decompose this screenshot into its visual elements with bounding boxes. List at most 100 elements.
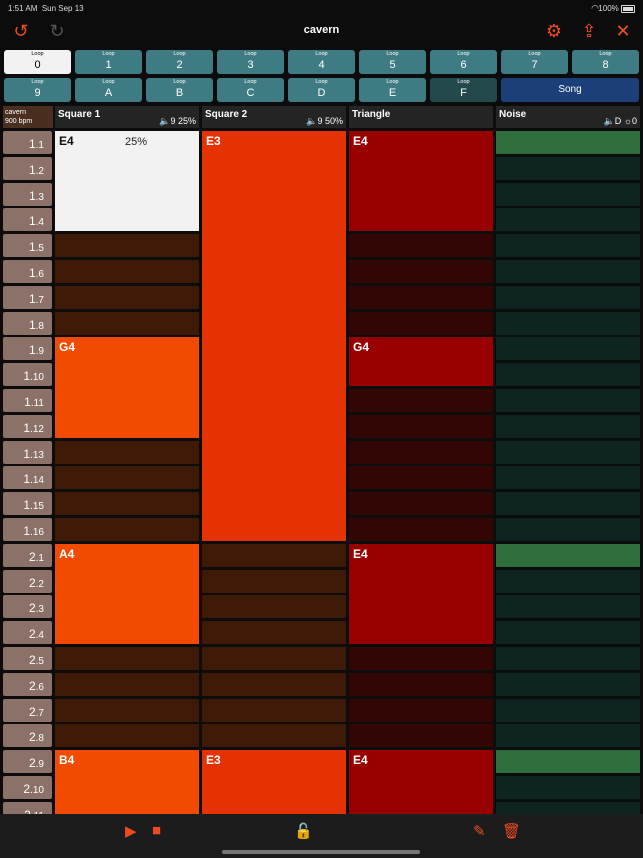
gear-icon[interactable]: ⚙ — [543, 20, 565, 42]
row-label[interactable]: 2.3 — [3, 595, 52, 619]
loop-button-f[interactable]: Loop F — [430, 78, 497, 102]
row-label[interactable]: 1.4 — [3, 208, 52, 232]
row-label[interactable]: 1.15 — [3, 492, 52, 516]
grid-cell[interactable] — [349, 311, 493, 335]
channel-header-square-1[interactable]: Square 1 🔈9 25% — [55, 106, 199, 128]
note-block[interactable]: E4 — [349, 131, 493, 232]
loop-button-e[interactable]: Loop E — [359, 78, 426, 102]
loop-button-3[interactable]: Loop 3 — [217, 50, 284, 74]
grid-cell[interactable] — [55, 260, 199, 283]
channel-header-noise[interactable]: Noise 🔈D ☼0 — [496, 106, 640, 128]
row-label[interactable]: 2.4 — [3, 621, 52, 645]
row-label[interactable]: 2.9 — [3, 750, 52, 774]
row-label[interactable]: 1.6 — [3, 260, 52, 283]
grid-cell[interactable] — [202, 621, 346, 645]
note-block[interactable]: A4 — [55, 543, 199, 645]
row-label[interactable]: 1.12 — [3, 414, 52, 438]
row-label[interactable]: 1.10 — [3, 363, 52, 387]
row-label[interactable]: 2.5 — [3, 647, 52, 670]
grid-cell[interactable] — [496, 208, 640, 232]
row-label[interactable]: 1.7 — [3, 285, 52, 309]
grid-cell[interactable] — [496, 389, 640, 412]
loop-button-a[interactable]: Loop A — [75, 78, 142, 102]
song-button[interactable]: Song — [501, 78, 639, 102]
note-block[interactable]: E4 — [349, 543, 493, 645]
row-label[interactable]: 1.9 — [3, 337, 52, 361]
note-block[interactable]: B4 — [55, 750, 199, 814]
grid-cell[interactable] — [349, 724, 493, 748]
grid-cell[interactable] — [349, 466, 493, 490]
row-label[interactable]: 2.6 — [3, 672, 52, 696]
grid-cell[interactable] — [349, 234, 493, 258]
grid-cell[interactable] — [55, 518, 199, 541]
grid-cell[interactable] — [496, 156, 640, 180]
grid-cell[interactable] — [496, 414, 640, 438]
loop-button-1[interactable]: Loop 1 — [75, 50, 142, 74]
grid-cell[interactable] — [496, 724, 640, 748]
edit-icon[interactable]: ✎ — [473, 822, 486, 840]
grid-cell[interactable] — [349, 698, 493, 722]
row-label[interactable]: 1.5 — [3, 234, 52, 258]
grid-cell[interactable] — [496, 621, 640, 645]
grid-cell[interactable] — [349, 492, 493, 516]
grid-cell[interactable] — [55, 492, 199, 516]
note-block[interactable] — [496, 543, 640, 567]
grid-cell[interactable] — [496, 234, 640, 258]
row-label[interactable]: 1.1 — [3, 131, 52, 154]
loop-button-8[interactable]: Loop 8 — [572, 50, 639, 74]
grid-cell[interactable] — [496, 363, 640, 387]
grid-cell[interactable] — [496, 647, 640, 670]
grid-cell[interactable] — [202, 724, 346, 748]
grid-cell[interactable] — [55, 647, 199, 670]
row-label[interactable]: 1.3 — [3, 182, 52, 206]
grid-cell[interactable] — [496, 337, 640, 361]
grid-cell[interactable] — [496, 776, 640, 799]
grid-cell[interactable] — [202, 698, 346, 722]
loop-button-6[interactable]: Loop 6 — [430, 50, 497, 74]
note-block[interactable] — [496, 131, 640, 154]
row-label[interactable]: 1.13 — [3, 440, 52, 464]
loop-button-0[interactable]: Loop 0 — [4, 50, 71, 74]
note-block[interactable]: G4 — [349, 337, 493, 387]
grid-cell[interactable] — [496, 518, 640, 541]
row-label[interactable]: 2.8 — [3, 724, 52, 748]
grid-cell[interactable] — [496, 311, 640, 335]
loop-button-7[interactable]: Loop 7 — [501, 50, 568, 74]
grid-cell[interactable] — [496, 466, 640, 490]
grid-cell[interactable] — [55, 440, 199, 464]
unlock-icon[interactable]: 🔓 — [294, 822, 313, 840]
grid-cell[interactable] — [202, 543, 346, 567]
loop-button-2[interactable]: Loop 2 — [146, 50, 213, 74]
grid-cell[interactable] — [496, 698, 640, 722]
row-label[interactable]: 2.7 — [3, 698, 52, 722]
row-label[interactable]: 1.8 — [3, 311, 52, 335]
play-icon[interactable]: ▶ — [125, 822, 137, 840]
grid-cell[interactable] — [496, 285, 640, 309]
note-block[interactable]: G4 — [55, 337, 199, 438]
row-label[interactable]: 1.14 — [3, 466, 52, 490]
grid-cell[interactable] — [496, 440, 640, 464]
loop-button-9[interactable]: Loop 9 — [4, 78, 71, 102]
row-label[interactable]: 2.2 — [3, 569, 52, 593]
loop-button-b[interactable]: Loop B — [146, 78, 213, 102]
note-block[interactable]: E4 — [349, 750, 493, 814]
grid-cell[interactable] — [55, 724, 199, 748]
grid-cell[interactable] — [55, 311, 199, 335]
loop-button-d[interactable]: Loop D — [288, 78, 355, 102]
grid-cell[interactable] — [496, 569, 640, 593]
row-label[interactable]: 2.10 — [3, 776, 52, 799]
channel-header-triangle[interactable]: Triangle — [349, 106, 493, 128]
loop-button-c[interactable]: Loop C — [217, 78, 284, 102]
share-icon[interactable]: ⇪ — [578, 20, 600, 42]
row-label[interactable]: 1.11 — [3, 389, 52, 412]
grid-cell[interactable] — [349, 389, 493, 412]
close-icon[interactable]: ✕ — [612, 20, 634, 42]
row-label[interactable]: 2.1 — [3, 543, 52, 567]
row-label[interactable]: 1.16 — [3, 518, 52, 541]
grid-cell[interactable] — [349, 414, 493, 438]
row-label[interactable]: 1.2 — [3, 156, 52, 180]
grid-cell[interactable] — [349, 647, 493, 670]
grid-cell[interactable] — [55, 285, 199, 309]
note-block[interactable] — [496, 750, 640, 774]
loop-button-5[interactable]: Loop 5 — [359, 50, 426, 74]
